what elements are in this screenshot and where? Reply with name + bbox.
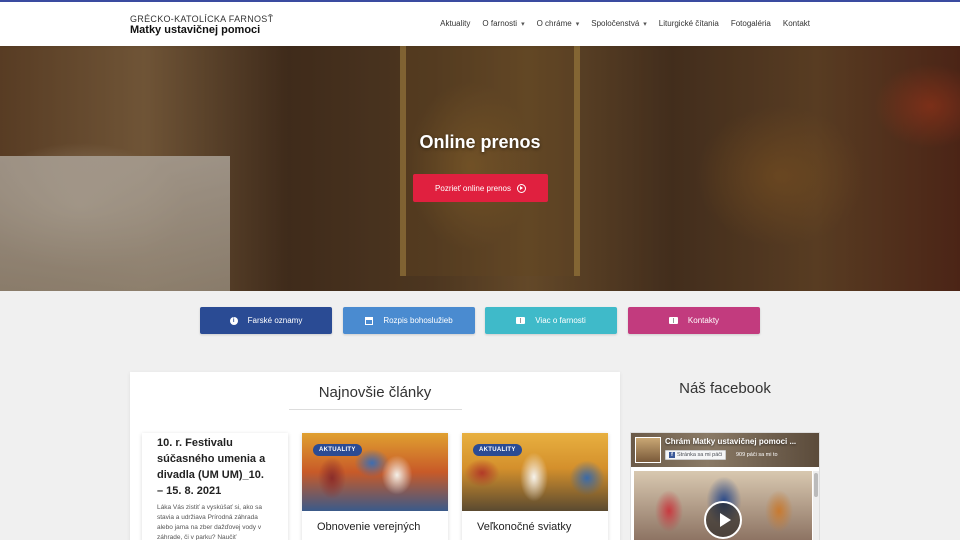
watch-stream-button[interactable]: Pozrieť online prenos (413, 174, 548, 202)
nav-item-o-chrame[interactable]: O chráme ▾ (531, 19, 586, 28)
nav-label: Aktuality (440, 19, 471, 28)
quick-link-label: Viac o farnosti (535, 316, 586, 325)
nav-label: O farnosti (482, 19, 518, 28)
chevron-down-icon: ▾ (521, 20, 525, 28)
logo-subtitle: GRÉCKO-KATOLÍCKA FARNOSŤ (130, 14, 274, 24)
nav-item-kontakt[interactable]: Kontakt (777, 19, 816, 28)
nav-item-spolocenstva[interactable]: Spoločenstvá ▾ (585, 19, 653, 28)
article-excerpt: Láka Vás zistiť a vyskúšať si, ako sa st… (157, 504, 262, 540)
quick-link-label: Farské oznamy (247, 316, 303, 325)
play-circle-icon (516, 183, 526, 193)
facebook-icon: f (669, 452, 675, 458)
site-logo[interactable]: GRÉCKO-KATOLÍCKA FARNOSŤ Matky ustavične… (130, 14, 273, 36)
article-title[interactable]: 10. r. Festivalu súčasného umenia a diva… (157, 435, 273, 499)
facebook-heading: Náš facebook (679, 380, 771, 397)
hero-overlay (0, 46, 960, 291)
book-icon (516, 317, 526, 324)
nav-label: Spoločenstvá (591, 19, 640, 28)
nav-label: Kontakt (782, 19, 810, 28)
latest-articles-section: Najnovšie články 10. r. Festivalu súčasn… (130, 372, 620, 540)
book-icon (668, 317, 678, 324)
hero-title: Online prenos (419, 132, 541, 152)
facebook-widget: Chrám Matky ustavičnej pomoci ... f Strá… (630, 432, 820, 540)
scrollbar-thumb[interactable] (814, 473, 818, 497)
article-title[interactable]: Obnovenie verejných (302, 511, 448, 540)
quick-link-viac-o-farnosti[interactable]: Viac o farnosti (485, 307, 617, 334)
watch-stream-label: Pozrieť online prenos (435, 183, 511, 193)
article-card[interactable]: AKTUALITY Veľkonočné sviatky (462, 433, 608, 540)
article-card[interactable]: 10. r. Festivalu súčasného umenia a diva… (142, 433, 288, 540)
info-icon: i (229, 316, 238, 325)
facebook-page-avatar[interactable] (635, 437, 661, 463)
quick-link-rozpis-bohosluzieb[interactable]: Rozpis bohoslužieb (343, 307, 475, 334)
nav-item-o-farnosti[interactable]: O farnosti ▾ (476, 19, 530, 28)
quick-link-label: Kontakty (687, 316, 720, 325)
hero-banner: Online prenos Pozrieť online prenos (0, 46, 960, 291)
section-title: Najnovšie články (318, 384, 432, 401)
article-image[interactable]: AKTUALITY (462, 433, 608, 511)
main-nav: Aktuality O farnosti ▾ O chráme ▾ Spoločen… (434, 19, 816, 28)
nav-label: Fotogaléria (730, 19, 771, 28)
article-card[interactable]: AKTUALITY Obnovenie verejných (302, 433, 448, 540)
facebook-video-thumbnail[interactable] (634, 471, 812, 540)
calendar-icon (365, 316, 374, 325)
nav-label: O chráme (536, 19, 572, 28)
quick-link-farske-oznamy[interactable]: i Farské oznamy (200, 307, 332, 334)
nav-item-fotogaleria[interactable]: Fotogaléria (725, 19, 777, 28)
nav-item-liturgicke-citania[interactable]: Liturgické čítania (653, 19, 725, 28)
site-header: GRÉCKO-KATOLÍCKA FARNOSŤ Matky ustavične… (0, 0, 960, 46)
facebook-page-name[interactable]: Chrám Matky ustavičnej pomoci ... (665, 437, 796, 446)
logo-title: Matky ustavičnej pomoci (130, 24, 261, 36)
nav-item-aktuality[interactable]: Aktuality (434, 19, 476, 28)
category-badge[interactable]: AKTUALITY (473, 444, 522, 456)
section-divider (289, 409, 462, 410)
article-title[interactable]: Veľkonočné sviatky (462, 511, 608, 540)
facebook-like-label: Stránka sa mi páči (677, 452, 723, 458)
facebook-likes-count: 909 páči sa mi to (736, 452, 778, 458)
nav-label: Liturgické čítania (658, 19, 719, 28)
article-image[interactable]: AKTUALITY (302, 433, 448, 511)
facebook-scrollbar[interactable] (813, 471, 819, 540)
play-icon[interactable] (704, 501, 742, 539)
chevron-down-icon: ▾ (575, 20, 580, 28)
facebook-like-button[interactable]: f Stránka sa mi páči (665, 450, 727, 460)
category-badge[interactable]: AKTUALITY (313, 444, 362, 456)
chevron-down-icon: ▾ (643, 20, 647, 28)
quick-link-label: Rozpis bohoslužieb (383, 316, 453, 325)
quick-link-kontakty[interactable]: Kontakty (628, 307, 760, 334)
